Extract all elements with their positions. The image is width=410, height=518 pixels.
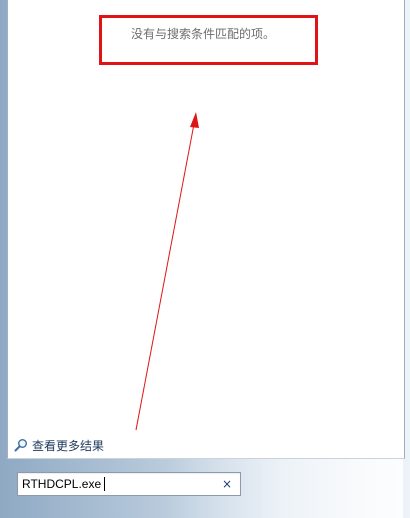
annotation-highlight-box	[99, 15, 318, 65]
see-more-results-label: 查看更多结果	[32, 438, 105, 453]
see-more-results-link[interactable]: 查看更多结果	[14, 436, 104, 454]
start-menu-frame: 没有与搜索条件匹配的项。 查看更多结果 ×	[0, 0, 410, 518]
start-search-box[interactable]: ×	[17, 472, 241, 496]
search-input[interactable]	[22, 475, 212, 493]
text-caret	[104, 477, 105, 491]
clear-search-button[interactable]: ×	[220, 476, 234, 492]
search-results-pane	[7, 0, 405, 459]
magnifier-icon	[14, 439, 27, 452]
